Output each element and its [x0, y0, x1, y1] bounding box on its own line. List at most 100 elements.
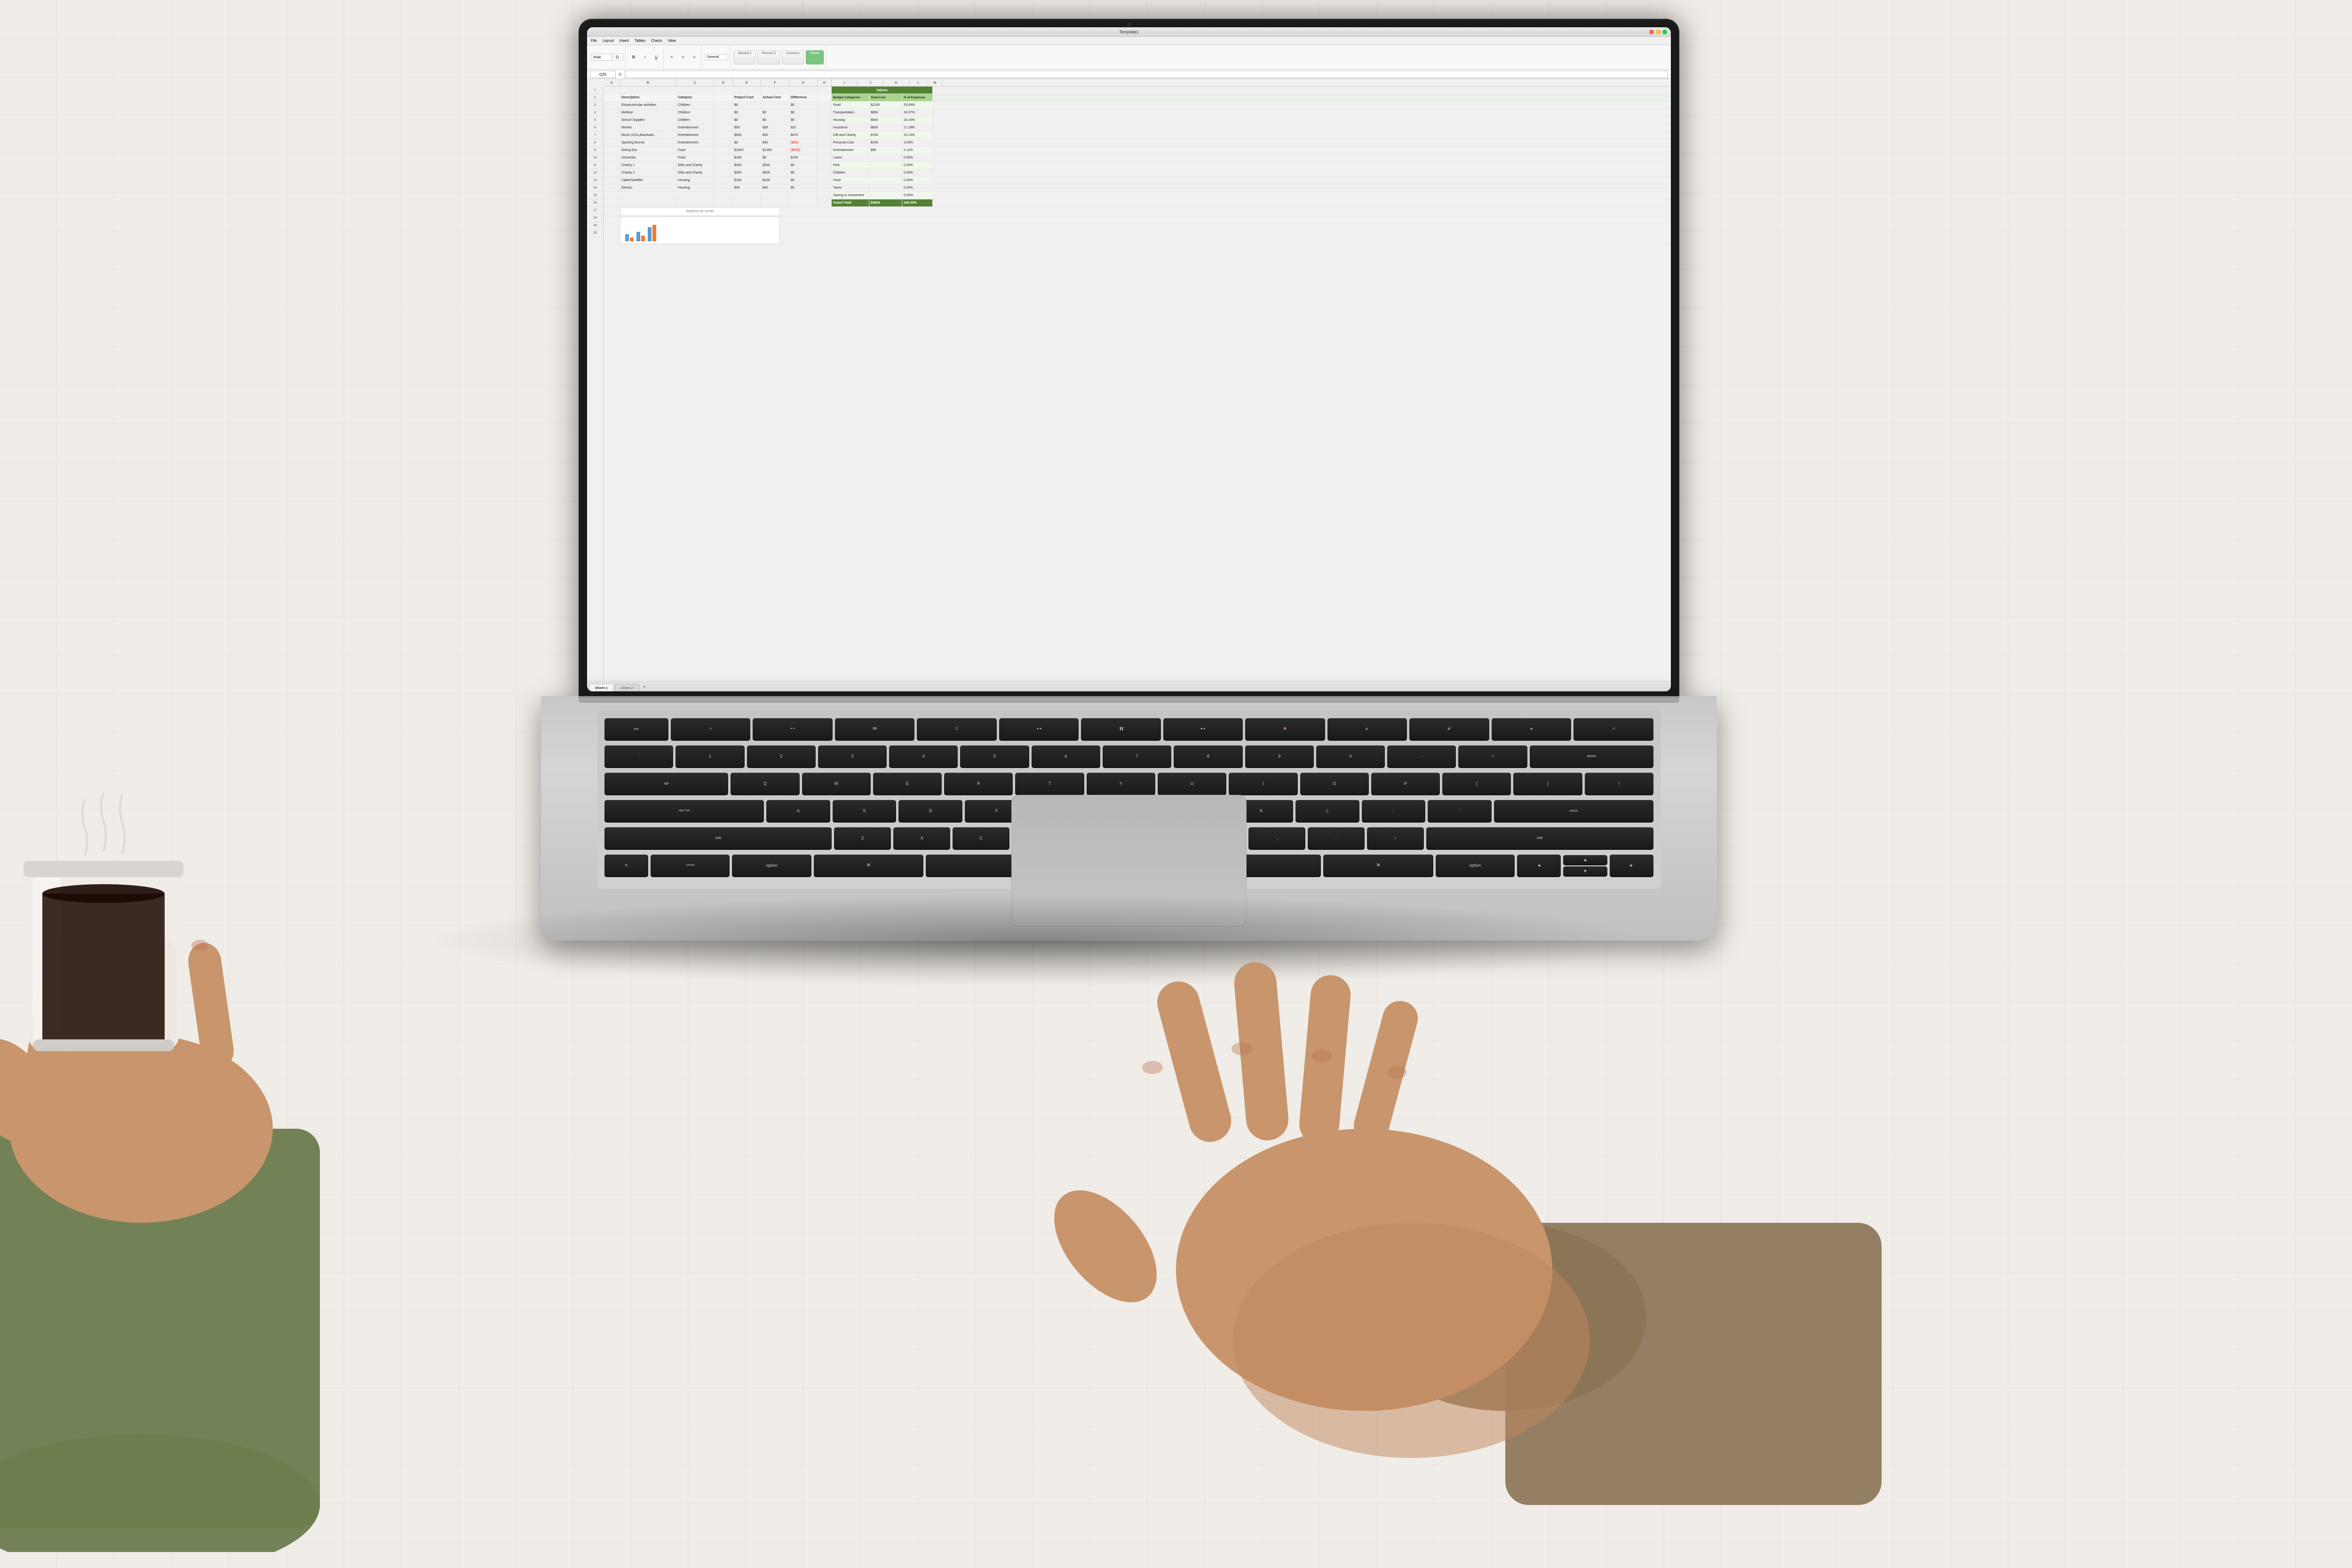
cell-gift[interactable]: Gift and Charity: [832, 132, 869, 139]
key-7[interactable]: 7: [1103, 745, 1171, 768]
cell-children[interactable]: Children: [832, 169, 869, 176]
cell-pets-pct[interactable]: 0.00%: [902, 162, 933, 169]
formula-input[interactable]: [625, 71, 1668, 78]
menu-charts[interactable]: Charts: [651, 39, 662, 43]
key-quote[interactable]: ': [1428, 800, 1492, 823]
cell-b4[interactable]: Medical: [620, 109, 676, 116]
cell-children-pct[interactable]: 0.00%: [902, 169, 933, 176]
cell-f5[interactable]: $0: [761, 117, 789, 124]
cell-g2[interactable]: Difference: [789, 94, 818, 101]
cell-food-pct[interactable]: 25.93%: [902, 102, 933, 109]
key-shift-left[interactable]: shift: [604, 827, 832, 850]
cell-g15[interactable]: [789, 192, 818, 199]
cell-a4[interactable]: [604, 109, 620, 116]
cell-d5[interactable]: [714, 117, 733, 124]
cell-e11[interactable]: $300: [733, 162, 761, 169]
cell-personal[interactable]: Personal Care: [832, 139, 869, 146]
cell-d1[interactable]: [714, 87, 733, 94]
cell-g13[interactable]: $0: [789, 177, 818, 184]
cell-a16[interactable]: [604, 199, 620, 206]
cell-e12[interactable]: $500: [733, 169, 761, 176]
cell-d11[interactable]: [714, 162, 733, 169]
cell-grand-pct[interactable]: 100.00%: [902, 199, 933, 206]
cell-g16[interactable]: [789, 199, 818, 206]
key-r[interactable]: R: [944, 773, 1013, 795]
align-center[interactable]: ≡: [678, 52, 688, 63]
cell-insurance-cost[interactable]: $800: [869, 124, 902, 131]
cell-entertain-cost[interactable]: $98: [869, 147, 902, 154]
cell-e1[interactable]: [733, 87, 761, 94]
cell-c4[interactable]: Children: [676, 109, 714, 116]
cell-d2[interactable]: [714, 94, 733, 101]
cell-b13[interactable]: Cable/Satellite: [620, 177, 676, 184]
cell-b12[interactable]: Charity 2: [620, 169, 676, 176]
cell-h16[interactable]: [818, 199, 832, 206]
cell-taxes-cost[interactable]: [869, 184, 902, 191]
cell-h12[interactable]: [818, 169, 832, 176]
cell-e6[interactable]: $50: [733, 124, 761, 131]
cell-a6[interactable]: [604, 124, 620, 131]
key-s[interactable]: S: [833, 800, 897, 823]
cell-a17[interactable]: [604, 207, 620, 216]
cell-f8[interactable]: $40: [761, 139, 789, 146]
menu-tables[interactable]: Tables: [635, 39, 645, 43]
cell-c11[interactable]: Gifts and Charity: [676, 162, 714, 169]
cell-d3[interactable]: [714, 102, 733, 109]
key-z[interactable]: Z: [834, 827, 891, 850]
key-q[interactable]: Q: [731, 773, 799, 795]
menu-file[interactable]: File: [591, 39, 597, 43]
grid-data[interactable]: Values Description Category Project Cost: [604, 87, 1671, 681]
cell-b3[interactable]: Extracurricular activities: [620, 102, 676, 109]
cell-a9[interactable]: [604, 147, 620, 154]
cell-e5[interactable]: $0: [733, 117, 761, 124]
key-f8[interactable]: 🔇: [1245, 718, 1325, 741]
cell-c9[interactable]: Food: [676, 147, 714, 154]
menu-insert[interactable]: Insert: [620, 39, 629, 43]
cell-d13[interactable]: [714, 177, 733, 184]
cell-a12[interactable]: [604, 169, 620, 176]
key-w[interactable]: W: [802, 773, 871, 795]
key-f4[interactable]: ⬛: [917, 718, 997, 741]
cell-housing-cost[interactable]: $840: [869, 117, 902, 124]
key-f5[interactable]: ◄◄: [999, 718, 1079, 741]
cell-h9[interactable]: [818, 147, 832, 154]
cell-f9[interactable]: $1200: [761, 147, 789, 154]
cell-h6[interactable]: [818, 124, 832, 131]
cell-g14[interactable]: $5: [789, 184, 818, 191]
cell-d7[interactable]: [714, 132, 733, 139]
cell-h5[interactable]: [818, 117, 832, 124]
cell-c15[interactable]: [676, 192, 714, 199]
key-2[interactable]: 2: [747, 745, 816, 768]
cell-total-cost[interactable]: Total Cost: [869, 94, 902, 101]
cell-f13[interactable]: $100: [761, 177, 789, 184]
cell-housing-pct[interactable]: 18.16%: [902, 117, 933, 124]
key-3[interactable]: 3: [818, 745, 887, 768]
cell-e4[interactable]: $0: [733, 109, 761, 116]
cell-loans-pct[interactable]: 0.00%: [902, 154, 933, 161]
key-minus[interactable]: -: [1387, 745, 1456, 768]
cell-loans-cost[interactable]: [869, 154, 902, 161]
cell-c2[interactable]: Category: [676, 94, 714, 101]
style-currency[interactable]: Currency: [782, 50, 803, 64]
cell-b7[interactable]: Music (CDs,download...: [620, 132, 676, 139]
cell-a15[interactable]: [604, 192, 620, 199]
cell-b10[interactable]: Groceries: [620, 154, 676, 161]
cell-a10[interactable]: [604, 154, 620, 161]
cell-c10[interactable]: Food: [676, 154, 714, 161]
cell-c1[interactable]: [676, 87, 714, 94]
cell-h10[interactable]: [818, 154, 832, 161]
cell-a2[interactable]: [604, 94, 620, 101]
cell-gift-pct[interactable]: 15.13%: [902, 132, 933, 139]
cell-f11[interactable]: $200: [761, 162, 789, 169]
key-i[interactable]: I: [1229, 773, 1297, 795]
number-format[interactable]: General: [705, 54, 728, 60]
cell-a1[interactable]: [604, 87, 620, 94]
cell-pets-cost[interactable]: [869, 162, 902, 169]
cell-c7[interactable]: Entertainment: [676, 132, 714, 139]
cell-entertain[interactable]: Entertainment: [832, 147, 869, 154]
key-delete[interactable]: delete: [1530, 745, 1653, 768]
bold-button[interactable]: B: [628, 52, 639, 63]
cell-c6[interactable]: Entertainment: [676, 124, 714, 131]
font-size[interactable]: 11: [613, 54, 623, 61]
italic-button[interactable]: I: [640, 52, 650, 63]
